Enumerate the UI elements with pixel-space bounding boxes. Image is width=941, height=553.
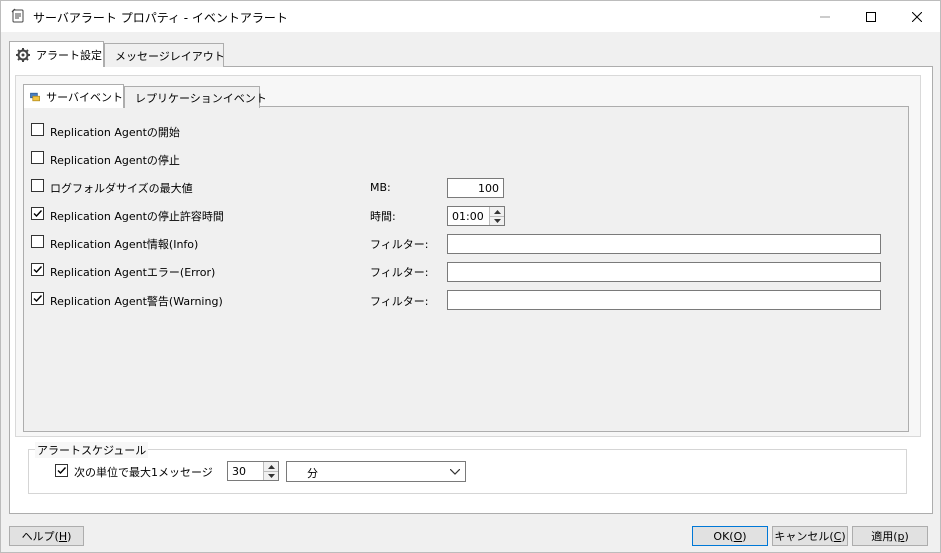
checkbox-agent-warning[interactable] bbox=[31, 292, 44, 305]
tab-server-events[interactable]: サーバイベント bbox=[23, 84, 124, 108]
check-icon bbox=[33, 266, 43, 274]
checkbox-agent-stop-tolerance[interactable] bbox=[31, 207, 44, 220]
spin-down-icon bbox=[267, 474, 275, 478]
checkbox-log-folder-max[interactable] bbox=[31, 179, 44, 192]
check-icon bbox=[33, 210, 43, 218]
dialog-window: サーバアラート プロパティ - イベントアラート アラート設定 メッセージレイア… bbox=[0, 0, 941, 553]
label-time: 時間: bbox=[370, 210, 396, 223]
server-icon bbox=[30, 92, 40, 101]
close-button[interactable] bbox=[894, 1, 940, 32]
cancel-button-accel: C bbox=[833, 529, 842, 543]
spin-down-button[interactable] bbox=[490, 216, 504, 225]
label-agent-error: Replication Agentエラー(Error) bbox=[50, 266, 216, 279]
cancel-button-label: キャンセル( bbox=[774, 530, 834, 543]
spin-down-icon bbox=[493, 219, 501, 223]
check-icon bbox=[57, 467, 67, 475]
label-agent-stop-tolerance: Replication Agentの停止許容時間 bbox=[50, 210, 224, 223]
ok-button[interactable]: OK(O) bbox=[692, 526, 768, 546]
tab-server-events-label: サーバイベント bbox=[46, 90, 123, 104]
mb-input[interactable]: 100 bbox=[447, 178, 504, 198]
label-log-folder-max: ログフォルダサイズの最大値 bbox=[50, 182, 193, 195]
cancel-button[interactable]: キャンセル(C) bbox=[772, 526, 848, 546]
check-icon bbox=[33, 295, 43, 303]
label-filter-info: フィルター: bbox=[370, 238, 429, 251]
label-filter-error: フィルター: bbox=[370, 266, 429, 279]
checkbox-agent-stop[interactable] bbox=[31, 151, 44, 164]
label-mb: MB: bbox=[370, 181, 391, 194]
maximize-button[interactable] bbox=[848, 1, 894, 32]
help-button[interactable]: ヘルプ(H) bbox=[9, 526, 84, 546]
label-agent-warning: Replication Agent警告(Warning) bbox=[50, 295, 223, 308]
ok-button-tail: ) bbox=[742, 529, 747, 543]
help-button-accel: H bbox=[58, 529, 68, 543]
label-agent-info: Replication Agent情報(Info) bbox=[50, 238, 199, 251]
tab-replication-events-label: レプリケーションイベント bbox=[135, 91, 267, 105]
label-agent-start: Replication Agentの開始 bbox=[50, 126, 180, 139]
ok-button-accel: O bbox=[733, 529, 743, 543]
label-filter-warning: フィルター: bbox=[370, 295, 429, 308]
apply-button-accel: p bbox=[897, 529, 905, 543]
tab-alert-settings-label: アラート設定 bbox=[36, 48, 102, 62]
close-icon bbox=[912, 11, 922, 22]
schedule-unit-value: 分 bbox=[307, 467, 318, 480]
minimize-button[interactable] bbox=[802, 1, 848, 32]
checkbox-max-one-message[interactable] bbox=[55, 464, 68, 477]
time-spinner[interactable] bbox=[489, 207, 504, 225]
alert-schedule-title: アラートスケジュール bbox=[35, 442, 149, 458]
ok-button-label: OK( bbox=[713, 529, 734, 543]
checkbox-agent-info[interactable] bbox=[31, 235, 44, 248]
tab-alert-settings[interactable]: アラート設定 bbox=[9, 41, 104, 67]
checkbox-agent-start[interactable] bbox=[31, 123, 44, 136]
filter-error-input[interactable] bbox=[447, 262, 881, 282]
apply-button-tail: ) bbox=[904, 529, 909, 543]
spin-up-button[interactable] bbox=[264, 462, 278, 471]
maximize-icon bbox=[866, 11, 876, 22]
tab-message-layout[interactable]: メッセージレイアウト bbox=[104, 43, 225, 67]
spin-up-button[interactable] bbox=[490, 207, 504, 216]
schedule-spinner[interactable] bbox=[263, 462, 278, 480]
minimize-icon bbox=[820, 16, 830, 17]
title-bar: サーバアラート プロパティ - イベントアラート bbox=[1, 1, 940, 32]
app-icon bbox=[11, 8, 24, 23]
label-agent-stop: Replication Agentの停止 bbox=[50, 154, 180, 167]
gear-icon bbox=[16, 47, 30, 62]
spin-down-button[interactable] bbox=[264, 471, 278, 480]
help-button-label: ヘルプ( bbox=[21, 530, 59, 543]
spin-up-icon bbox=[267, 464, 275, 469]
label-max-one-message: 次の単位で最大1メッセージ bbox=[74, 466, 213, 479]
help-button-tail: ) bbox=[67, 529, 72, 543]
window-title: サーバアラート プロパティ - イベントアラート bbox=[33, 11, 288, 25]
tab-message-layout-label: メッセージレイアウト bbox=[115, 49, 225, 63]
cancel-button-tail: ) bbox=[841, 529, 846, 543]
tab-replication-events[interactable]: レプリケーションイベント bbox=[124, 86, 267, 108]
chevron-down-icon bbox=[450, 469, 460, 475]
apply-button[interactable]: 適用(p) bbox=[852, 526, 928, 546]
apply-button-label: 適用( bbox=[871, 530, 898, 543]
filter-info-input[interactable] bbox=[447, 234, 881, 254]
schedule-unit-select[interactable]: 分 bbox=[286, 461, 466, 482]
spin-up-icon bbox=[493, 209, 501, 214]
filter-warning-input[interactable] bbox=[447, 290, 881, 310]
checkbox-agent-error[interactable] bbox=[31, 263, 44, 276]
